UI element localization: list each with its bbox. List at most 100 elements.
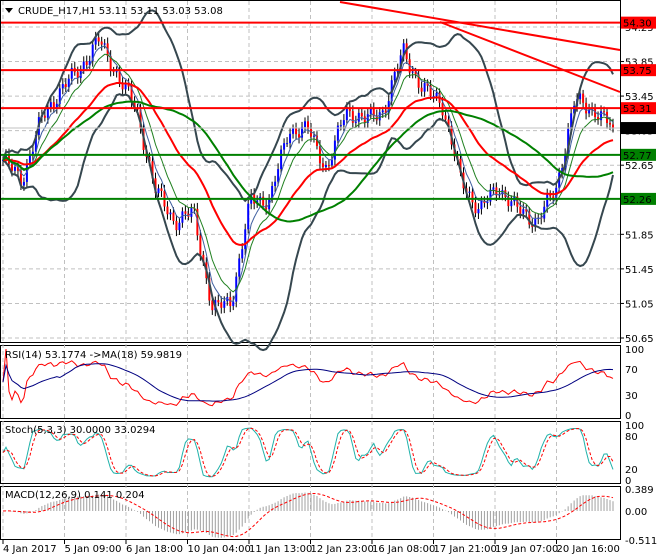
candle-body xyxy=(169,212,172,215)
candle-body xyxy=(274,181,277,186)
candle-body xyxy=(546,193,549,207)
y-tick-label: 53.45 xyxy=(625,92,654,103)
candle-body xyxy=(181,211,184,223)
candle-body xyxy=(295,128,298,135)
candle-body xyxy=(339,125,342,127)
indicator-y-tick-label: 100 xyxy=(625,345,644,356)
candle-body xyxy=(112,71,115,73)
chart-canvas[interactable]: 54.2553.8553.4553.0552.6551.8551.4551.05… xyxy=(0,0,660,560)
ma-fast xyxy=(2,45,614,302)
candle-body xyxy=(103,43,106,45)
x-tick-label: 19 Jan 07:00 xyxy=(495,544,558,555)
candle-body xyxy=(519,206,522,214)
candle-body xyxy=(97,37,100,42)
candle-body xyxy=(157,188,160,194)
price-tag-53.75: 53.75 xyxy=(623,66,652,77)
candle-body xyxy=(381,110,384,113)
x-tick-label: 5 Jan 09:00 xyxy=(65,544,122,555)
x-tick-label: 20 Jan 16:00 xyxy=(557,544,620,555)
bollinger-upper xyxy=(2,9,614,203)
candle-body xyxy=(28,155,31,164)
candle-body xyxy=(444,115,447,120)
indicator-y-tick-label: 20 xyxy=(625,465,638,476)
candle-body xyxy=(166,206,169,215)
candle-body xyxy=(609,123,612,125)
x-tick-label: 4 Jan 2017 xyxy=(3,544,57,555)
candle-body xyxy=(522,209,525,214)
price-tag-54.30: 54.30 xyxy=(623,19,652,30)
candle-body xyxy=(357,112,360,122)
x-tick-label: 11 Jan 13:00 xyxy=(249,544,312,555)
candle-body xyxy=(184,211,187,214)
price-tag-52.26: 52.26 xyxy=(623,195,652,206)
candle-body xyxy=(244,229,247,250)
y-tick-label: 52.65 xyxy=(625,161,654,172)
candle-body xyxy=(292,128,295,134)
candle-body xyxy=(61,83,64,89)
candle-body xyxy=(378,112,381,121)
macd-title: MACD(12,26,9) 0.141 0.204 xyxy=(5,490,145,501)
candle-body xyxy=(217,300,220,303)
candle-body xyxy=(115,71,118,73)
x-tick-label: 6 Jan 18:00 xyxy=(126,544,183,555)
x-tick-label: 10 Jan 04:00 xyxy=(188,544,251,555)
x-tick-label: 16 Jan 08:00 xyxy=(372,544,435,555)
candle-body xyxy=(175,220,178,231)
candle-body xyxy=(474,202,477,214)
price-tag-53.08: 53.08 xyxy=(623,124,652,135)
candle-body xyxy=(49,102,52,108)
candle-body xyxy=(420,87,423,92)
indicator-y-tick-label: 0.389 xyxy=(625,485,654,496)
candle-body xyxy=(52,102,55,108)
rsi-title: RSI(14) 53.1774 ->MA(18) 59.9819 xyxy=(5,350,182,361)
candle-body xyxy=(468,191,471,193)
candle-body xyxy=(423,83,426,92)
candle-body xyxy=(247,203,250,230)
candle-body xyxy=(229,297,232,307)
trendline-lower[interactable] xyxy=(439,21,621,93)
chart-window: 54.2553.8553.4553.0552.6551.8551.4551.05… xyxy=(0,0,660,560)
collapse-arrow-icon[interactable] xyxy=(5,8,13,13)
trendline-upper[interactable] xyxy=(339,1,621,51)
indicator-y-tick-label: 100 xyxy=(625,421,644,432)
y-tick-label: 51.85 xyxy=(625,230,654,241)
candle-body xyxy=(477,209,480,214)
candle-body xyxy=(354,121,357,123)
x-tick-label: 17 Jan 21:00 xyxy=(434,544,497,555)
candle-body xyxy=(232,301,235,307)
candle-body xyxy=(22,181,25,186)
candle-body xyxy=(435,92,438,96)
indicator-y-tick-label: 30 xyxy=(625,391,638,402)
candle-body xyxy=(280,149,283,170)
candle-body xyxy=(321,163,324,168)
ma-medium xyxy=(2,53,614,293)
candle-body xyxy=(238,258,241,277)
candle-body xyxy=(603,111,606,113)
candle-body xyxy=(312,135,315,137)
y-tick-label: 51.45 xyxy=(625,265,654,276)
candle-body xyxy=(223,301,226,308)
rsi-ma-line xyxy=(2,363,614,402)
y-tick-label: 50.65 xyxy=(625,334,654,345)
price-tag-53.31: 53.31 xyxy=(623,104,652,115)
candle-body xyxy=(160,188,163,191)
candle-body xyxy=(471,191,474,203)
candle-body xyxy=(85,61,88,66)
candle-body xyxy=(199,235,202,255)
price-tag-52.77: 52.77 xyxy=(623,151,652,162)
indicator-y-tick-label: -0.511 xyxy=(625,536,657,547)
candle-body xyxy=(582,93,585,103)
candle-body xyxy=(492,187,495,190)
candle-body xyxy=(304,121,307,127)
candle-body xyxy=(480,200,483,210)
candle-body xyxy=(64,83,67,88)
candle-body xyxy=(283,143,286,150)
candle-body xyxy=(342,120,345,126)
candle-body xyxy=(360,112,363,117)
y-tick-label: 51.05 xyxy=(625,299,654,310)
indicator-y-tick-label: 0.00 xyxy=(625,507,647,518)
candle-body xyxy=(286,143,289,145)
candle-body xyxy=(13,166,16,171)
candle-body xyxy=(510,201,513,207)
candle-body xyxy=(178,222,181,231)
